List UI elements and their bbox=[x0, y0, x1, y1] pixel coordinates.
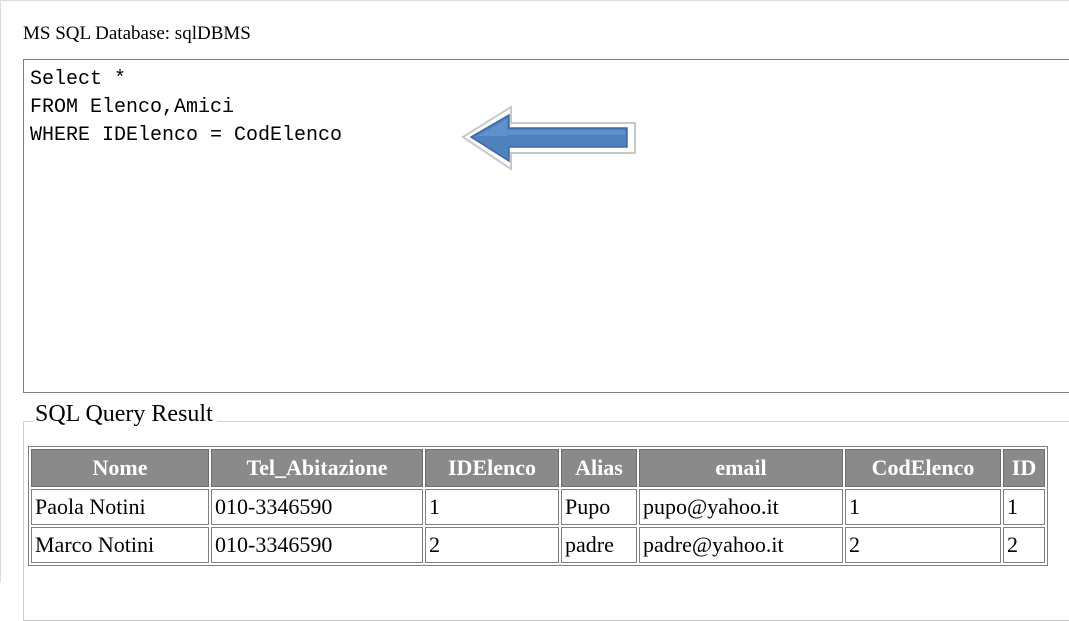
table-cell: 2 bbox=[1003, 527, 1045, 563]
sql-line: Select * bbox=[30, 68, 127, 91]
table-cell: 010-3346590 bbox=[211, 489, 423, 525]
column-header-idelenco: IDElenco bbox=[425, 449, 559, 487]
database-label: MS SQL Database: sqlDBMS bbox=[23, 23, 251, 44]
table-cell: 1 bbox=[845, 489, 1001, 525]
table-cell: pupo@yahoo.it bbox=[639, 489, 843, 525]
header-row: Nome Tel_Abitazione IDElenco Alias email… bbox=[31, 449, 1045, 487]
table-cell: 1 bbox=[1003, 489, 1045, 525]
column-header-id: ID bbox=[1003, 449, 1045, 487]
table-cell: Pupo bbox=[561, 489, 637, 525]
table-cell: Marco Notini bbox=[31, 527, 209, 563]
table-cell: 1 bbox=[425, 489, 559, 525]
column-header-codelenco: CodElenco bbox=[845, 449, 1001, 487]
table-cell: 2 bbox=[845, 527, 1001, 563]
app-frame: MS SQL Database: sqlDBMS Select * FROM El… bbox=[0, 0, 1069, 621]
table-cell: padre@yahoo.it bbox=[639, 527, 843, 563]
column-header-nome: Nome bbox=[31, 449, 209, 487]
column-header-email: email bbox=[639, 449, 843, 487]
table-cell: 2 bbox=[425, 527, 559, 563]
column-header-tel-abitazione: Tel_Abitazione bbox=[211, 449, 423, 487]
result-table: Nome Tel_Abitazione IDElenco Alias email… bbox=[28, 446, 1048, 566]
table-cell: padre bbox=[561, 527, 637, 563]
table-row: Marco Notini 010-3346590 2 padre padre@y… bbox=[31, 527, 1045, 563]
left-arrow-icon bbox=[461, 105, 636, 171]
result-legend: SQL Query Result bbox=[33, 399, 217, 429]
table-cell: Paola Notini bbox=[31, 489, 209, 525]
table-cell: 010-3346590 bbox=[211, 527, 423, 563]
column-header-alias: Alias bbox=[561, 449, 637, 487]
table-row: Paola Notini 010-3346590 1 Pupo pupo@yah… bbox=[31, 489, 1045, 525]
